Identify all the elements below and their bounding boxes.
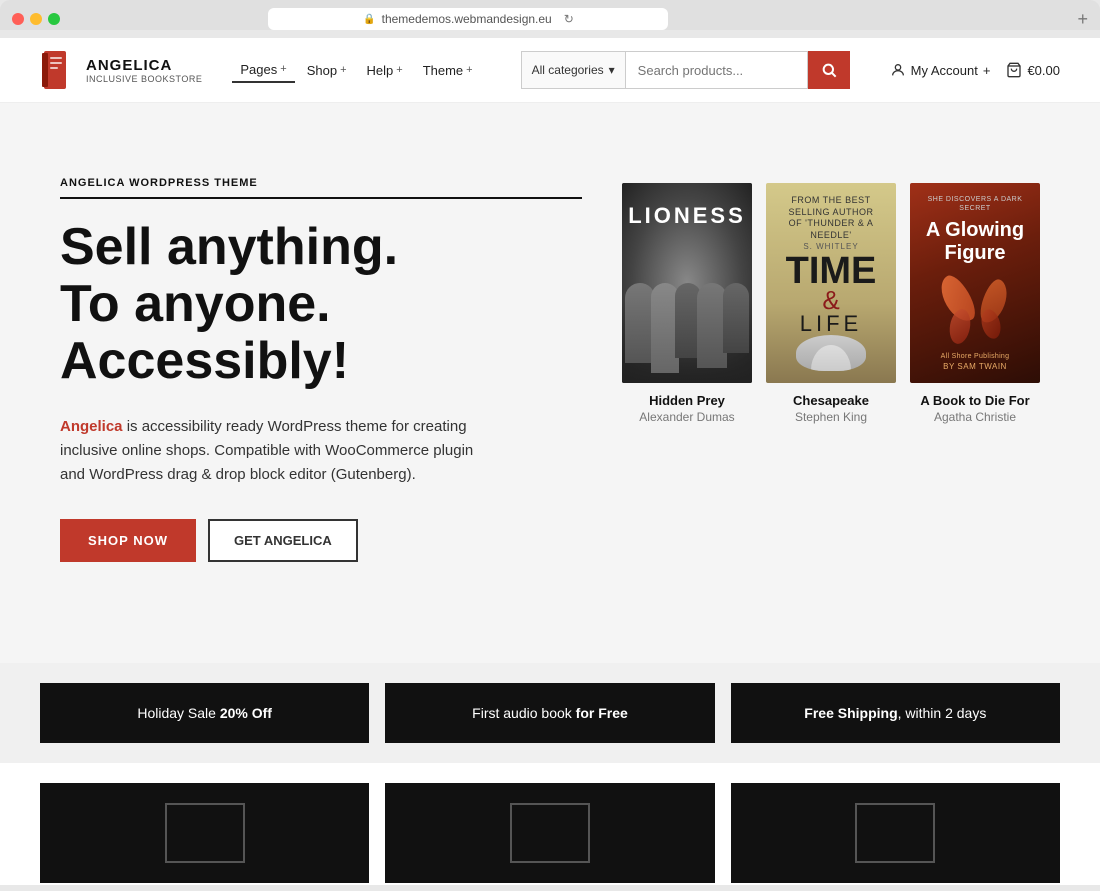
- promo-strip: Holiday Sale 20% Off First audio book fo…: [0, 663, 1100, 763]
- book-cover-2[interactable]: FROM THE BEST SELLING AUTHOROF 'THUNDER …: [766, 183, 896, 383]
- main-nav: Pages + Shop + Help + Theme +: [232, 58, 480, 83]
- logo-icon: [40, 49, 76, 91]
- refresh-icon[interactable]: ↻: [564, 12, 574, 26]
- account-icon: [890, 62, 906, 78]
- new-tab-button[interactable]: +: [1077, 9, 1088, 30]
- nav-pages[interactable]: Pages +: [232, 58, 294, 83]
- book-1-author: Alexander Dumas: [639, 410, 734, 424]
- traffic-lights: [12, 13, 60, 25]
- book-2-title: Chesapeake: [793, 393, 869, 408]
- header-right: My Account + €0.00: [890, 62, 1060, 78]
- site-header: ANGELICA INCLUSIVE BOOKSTORE Pages + Sho…: [0, 38, 1100, 103]
- hero-description: Angelica is accessibility ready WordPres…: [60, 415, 500, 487]
- search-input-wrap: [625, 51, 808, 89]
- nav-help[interactable]: Help +: [359, 59, 411, 82]
- hero-badge: ANGELICA WORDPRESS THEME: [60, 177, 582, 199]
- website-content: ANGELICA INCLUSIVE BOOKSTORE Pages + Sho…: [0, 38, 1100, 885]
- lock-icon: 🔒: [363, 14, 375, 25]
- cover-2-time: TIME: [786, 255, 877, 287]
- promo-banner-3[interactable]: Free Shipping, within 2 days: [731, 683, 1060, 743]
- browser-chrome: 🔒 themedemos.webmandesign.eu ↻ +: [0, 0, 1100, 30]
- hero-books: LIONESS Hidden Prey Alexander Dumas: [622, 163, 1040, 424]
- bottom-card-2[interactable]: [385, 783, 714, 883]
- cart-icon: [1006, 62, 1022, 78]
- search-icon: [821, 62, 837, 78]
- bottom-card-1[interactable]: [40, 783, 369, 883]
- brand-link[interactable]: Angelica: [60, 418, 123, 435]
- search-button[interactable]: [808, 51, 850, 89]
- book-1-title: Hidden Prey: [649, 393, 725, 408]
- book-cover-3[interactable]: SHE DISCOVERS A DARK SECRET A GlowingFig…: [910, 183, 1040, 383]
- book-3-author: Agatha Christie: [934, 410, 1016, 424]
- nav-shop[interactable]: Shop +: [299, 59, 355, 82]
- book-card-2: FROM THE BEST SELLING AUTHOROF 'THUNDER …: [766, 183, 896, 424]
- search-area: All categories ▾: [521, 51, 850, 89]
- nav-theme[interactable]: Theme +: [415, 59, 481, 82]
- book-3-title: A Book to Die For: [920, 393, 1029, 408]
- promo-banner-1[interactable]: Holiday Sale 20% Off: [40, 683, 369, 743]
- address-bar[interactable]: 🔒 themedemos.webmandesign.eu ↻: [268, 8, 668, 30]
- hero-title: Sell anything. To anyone. Accessibly!: [60, 219, 582, 391]
- get-angelica-button[interactable]: GET ANGELICA: [208, 519, 358, 562]
- logo-tagline: INCLUSIVE BOOKSTORE: [86, 74, 202, 84]
- cart-button[interactable]: €0.00: [1006, 62, 1060, 78]
- hero-buttons: SHOP NOW GET ANGELICA: [60, 519, 582, 562]
- bottom-card-3[interactable]: [731, 783, 1060, 883]
- book-1-cover-title: LIONESS: [622, 203, 752, 229]
- cover-3-author: BY SAM TWAIN: [920, 362, 1030, 371]
- cover-3-title: A GlowingFigure: [920, 219, 1030, 265]
- bottom-section: [0, 763, 1100, 885]
- maximize-button[interactable]: [48, 13, 60, 25]
- cover-2-life: LIFE: [786, 313, 877, 335]
- book-cover-1[interactable]: LIONESS: [622, 183, 752, 383]
- promo-banner-2[interactable]: First audio book for Free: [385, 683, 714, 743]
- category-dropdown[interactable]: All categories ▾: [521, 51, 625, 89]
- minimize-button[interactable]: [30, 13, 42, 25]
- book-2-author: Stephen King: [795, 410, 867, 424]
- url-text: themedemos.webmandesign.eu: [382, 12, 552, 26]
- hero-section: ANGELICA WORDPRESS THEME Sell anything. …: [0, 103, 1100, 663]
- shop-now-button[interactable]: SHOP NOW: [60, 519, 196, 562]
- logo[interactable]: ANGELICA INCLUSIVE BOOKSTORE: [40, 49, 202, 91]
- search-input[interactable]: [625, 51, 808, 89]
- close-button[interactable]: [12, 13, 24, 25]
- account-button[interactable]: My Account +: [890, 62, 991, 78]
- logo-text: ANGELICA INCLUSIVE BOOKSTORE: [86, 57, 202, 84]
- logo-name: ANGELICA: [86, 57, 202, 74]
- book-card-3: SHE DISCOVERS A DARK SECRET A GlowingFig…: [910, 183, 1040, 424]
- hero-left: ANGELICA WORDPRESS THEME Sell anything. …: [60, 163, 582, 562]
- book-card-1: LIONESS Hidden Prey Alexander Dumas: [622, 183, 752, 424]
